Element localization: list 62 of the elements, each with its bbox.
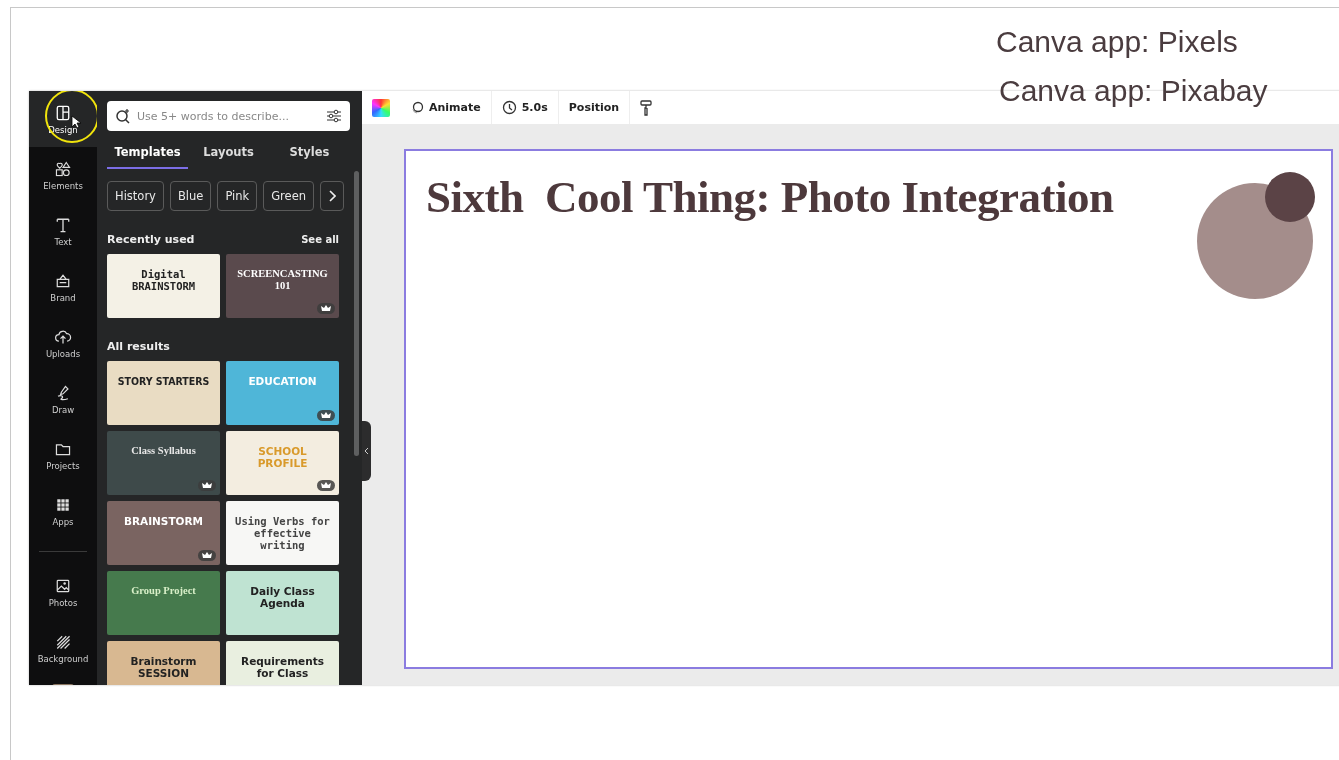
tab[interactable]: Templates xyxy=(107,139,188,169)
sidebar-item[interactable]: Projects xyxy=(29,427,97,483)
collapse-handle[interactable] xyxy=(362,421,371,481)
template-title: STORY STARTERS xyxy=(117,375,210,388)
sidebar-item[interactable]: Text xyxy=(29,203,97,259)
template-title: Using Verbs for effective writing xyxy=(234,515,331,552)
animate-icon xyxy=(410,100,424,115)
sidebar-item[interactable]: Background xyxy=(29,620,97,676)
shapes-icon xyxy=(54,159,72,178)
template-title: SCREENCASTING 101 xyxy=(236,268,329,293)
template-title: Digital BRAINSTORM xyxy=(130,268,197,293)
template-thumbnail[interactable]: STORY STARTERS xyxy=(107,361,220,425)
filter-icon[interactable] xyxy=(326,109,342,123)
template-thumbnail[interactable]: Group Project xyxy=(107,571,220,635)
template-title: SCHOOL PROFILE xyxy=(256,445,309,470)
slide-note: Canva app: Pixabay xyxy=(999,74,1268,108)
sidebar-item[interactable]: Brand xyxy=(29,259,97,315)
paint-roller-icon xyxy=(640,99,653,116)
sidebar-item[interactable]: Apps xyxy=(29,483,97,539)
template-thumbnail[interactable]: Digital BRAINSTORM xyxy=(107,254,220,318)
tab[interactable]: Styles xyxy=(269,139,350,169)
template-title: BRAINSTORM xyxy=(123,515,204,528)
search-field[interactable]: Use 5+ words to describe... xyxy=(107,101,350,131)
sidebar-item[interactable]: Photos xyxy=(29,564,97,620)
filter-chip[interactable]: Green xyxy=(263,181,315,211)
slide-note: Canva app: Pixels xyxy=(996,25,1238,59)
chevron-left-icon xyxy=(363,447,369,455)
section-heading: Recently used xyxy=(107,233,195,246)
template-thumbnail[interactable]: Using Verbs for effective writing xyxy=(226,501,339,565)
layout-icon xyxy=(54,103,72,122)
template-thumbnail[interactable]: Daily Class Agenda xyxy=(226,571,339,635)
tab[interactable]: Layouts xyxy=(188,139,269,169)
see-all-link[interactable]: See all xyxy=(301,234,339,245)
next-button[interactable] xyxy=(320,181,345,211)
magic-search-icon xyxy=(115,108,131,124)
slide-canvas[interactable]: Sixth Cool Thing: Photo Integration xyxy=(404,149,1333,669)
scrollbar[interactable] xyxy=(354,171,359,456)
filter-chip[interactable]: Pink xyxy=(217,181,258,211)
template-title: Class Syllabus xyxy=(131,445,196,458)
duration-button[interactable]: 5.0s xyxy=(491,91,559,124)
clock-icon xyxy=(501,100,517,115)
template-thumbnail[interactable]: Brainstorm SESSION xyxy=(107,641,220,685)
template-thumbnail[interactable]: BRAINSTORM xyxy=(107,501,220,565)
template-thumbnail[interactable]: SCREENCASTING 101 xyxy=(226,254,339,318)
sidebar-item[interactable]: Draw xyxy=(29,371,97,427)
animate-button[interactable]: Animate xyxy=(400,91,492,124)
chevron-right-icon xyxy=(328,190,337,202)
template-thumbnail[interactable]: Class Syllabus xyxy=(107,431,220,495)
sidebar-item[interactable]: Elements xyxy=(29,147,97,203)
template-title: Daily Class Agenda xyxy=(249,585,316,610)
filter-chip[interactable]: History xyxy=(107,181,164,211)
template-title: Brainstorm SESSION xyxy=(129,655,198,680)
color-swatch[interactable] xyxy=(372,98,390,117)
template-title: Requirements for Class xyxy=(240,655,325,680)
slide-title[interactable]: Sixth Cool Thing: Photo Integration xyxy=(426,171,1187,223)
template-thumbnail[interactable]: Requirements for Class xyxy=(226,641,339,685)
template-title: EDUCATION xyxy=(248,375,317,388)
template-title: Group Project xyxy=(131,585,196,598)
filter-chip[interactable]: Blue xyxy=(169,181,212,211)
section-heading: All results xyxy=(107,340,170,353)
position-button[interactable]: Position xyxy=(558,91,631,124)
sidebar-item[interactable]: Uploads xyxy=(29,315,97,371)
